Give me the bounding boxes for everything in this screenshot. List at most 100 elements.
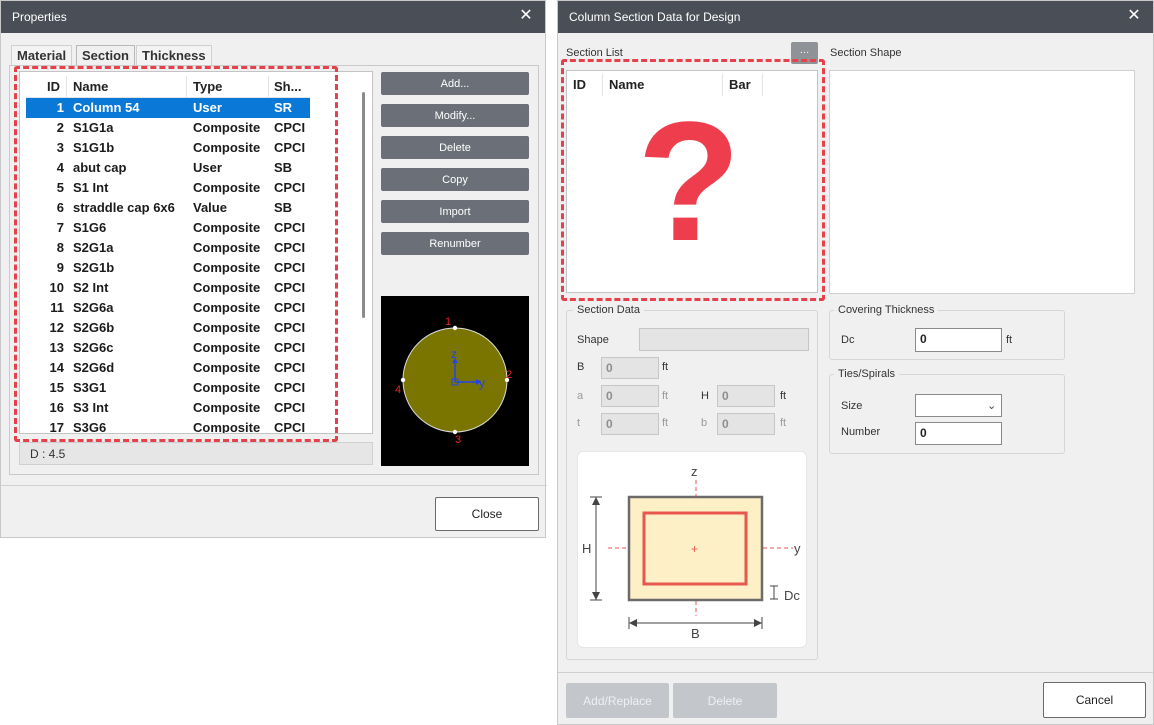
table-row[interactable]: 13 S2G6c Composite CPCI bbox=[26, 338, 310, 358]
B-unit: ft bbox=[662, 361, 669, 373]
z-label: z bbox=[451, 347, 457, 361]
B-label: B bbox=[577, 361, 585, 373]
tab-thickness[interactable]: Thickness bbox=[136, 45, 212, 65]
col-id[interactable]: ID bbox=[573, 77, 586, 92]
col-name[interactable]: Name bbox=[73, 79, 108, 94]
row-shape: CPCI bbox=[274, 220, 306, 235]
row-shape: CPCI bbox=[274, 320, 306, 335]
row-id: 1 bbox=[56, 100, 64, 115]
table-row[interactable]: 5 S1 Int Composite CPCI bbox=[26, 178, 310, 198]
table-row[interactable]: 8 S2G1a Composite CPCI bbox=[26, 238, 310, 258]
node-point bbox=[400, 377, 406, 383]
table-row[interactable]: 1 Column 54 User SR bbox=[26, 98, 310, 118]
design-delete-button[interactable]: Delete bbox=[673, 683, 777, 718]
add-button[interactable]: Add... bbox=[381, 72, 529, 95]
H-input[interactable]: 0 bbox=[717, 385, 775, 407]
import-button[interactable]: Import bbox=[381, 200, 529, 223]
row-name: S2G6d bbox=[73, 360, 115, 375]
row-id: 7 bbox=[56, 220, 64, 235]
dc-input[interactable]: 0 bbox=[915, 328, 1002, 352]
design-footer-divider bbox=[558, 672, 1154, 673]
col-type[interactable]: Type bbox=[193, 79, 222, 94]
close-icon[interactable]: ✕ bbox=[517, 7, 535, 25]
row-name: S1G1a bbox=[73, 120, 114, 135]
design-titlebar: Column Section Data for Design ✕ bbox=[558, 1, 1153, 33]
tab-section[interactable]: Section bbox=[76, 45, 135, 65]
center-plus: + bbox=[691, 542, 698, 556]
y-label: y bbox=[794, 541, 801, 556]
row-name: S3G1 bbox=[73, 380, 107, 395]
renumber-button[interactable]: Renumber bbox=[381, 232, 529, 255]
B-input[interactable]: 0 bbox=[601, 357, 659, 379]
table-row[interactable]: 9 S2G1b Composite CPCI bbox=[26, 258, 310, 278]
add-replace-button[interactable]: Add/Replace bbox=[566, 683, 669, 718]
row-type: Composite bbox=[193, 220, 261, 235]
table-row[interactable]: 17 S3G6 Composite CPCI bbox=[26, 418, 310, 433]
row-id: 13 bbox=[49, 340, 64, 355]
row-shape: CPCI bbox=[274, 380, 306, 395]
H-arrow-bottom bbox=[592, 592, 600, 600]
status-text: D : 4.5 bbox=[30, 447, 66, 461]
section-list-menu-button[interactable]: … bbox=[791, 42, 818, 64]
row-id: 3 bbox=[56, 140, 64, 155]
Dc-label: Dc bbox=[784, 588, 800, 603]
table-row[interactable]: 11 S2G6a Composite CPCI bbox=[26, 298, 310, 318]
tab-material[interactable]: Material bbox=[11, 45, 73, 65]
a-input[interactable]: 0 bbox=[601, 385, 659, 407]
chevron-down-icon[interactable]: ⌄ bbox=[987, 399, 996, 412]
row-name: straddle cap 6x6 bbox=[73, 200, 175, 215]
node-label-4: 4 bbox=[395, 384, 401, 396]
col-shape[interactable]: Sh... bbox=[274, 79, 301, 94]
table-row[interactable]: 3 S1G1b Composite CPCI bbox=[26, 138, 310, 158]
node-label-3: 3 bbox=[455, 434, 461, 446]
row-id: 14 bbox=[49, 360, 64, 375]
ties-label: Ties/Spirals bbox=[834, 368, 900, 380]
t-input[interactable]: 0 bbox=[601, 413, 659, 435]
properties-dialog: Properties ✕ Material Section Thickness … bbox=[0, 0, 547, 538]
row-name: S1G6 bbox=[73, 220, 107, 235]
row-shape: SB bbox=[274, 200, 293, 215]
row-name: S2G1a bbox=[73, 240, 114, 255]
row-shape: CPCI bbox=[274, 240, 306, 255]
copy-button[interactable]: Copy bbox=[381, 168, 529, 191]
cancel-button[interactable]: Cancel bbox=[1043, 682, 1146, 718]
dc-label: Dc bbox=[841, 334, 855, 346]
table-row[interactable]: 2 S1G1a Composite CPCI bbox=[26, 118, 310, 138]
table-row[interactable]: 12 S2G6b Composite CPCI bbox=[26, 318, 310, 338]
table-row[interactable]: 6 straddle cap 6x6 Value SB bbox=[26, 198, 310, 218]
close-button[interactable]: Close bbox=[435, 497, 539, 531]
b-input[interactable]: 0 bbox=[717, 413, 775, 435]
row-name: S1G1b bbox=[73, 140, 115, 155]
node-point bbox=[452, 325, 458, 331]
size-label: Size bbox=[841, 400, 863, 412]
col-id[interactable]: ID bbox=[47, 79, 60, 94]
section-diagram: + z y H B Dc bbox=[577, 451, 807, 648]
design-section-list[interactable]: ID Name Bar ? bbox=[566, 70, 818, 293]
section-list-label: Section List bbox=[566, 47, 623, 59]
table-row[interactable]: 14 S2G6d Composite CPCI bbox=[26, 358, 310, 378]
close-icon[interactable]: ✕ bbox=[1125, 7, 1143, 25]
row-name: S2G6c bbox=[73, 340, 114, 355]
list-rows: 1 Column 54 User SR 2 S1G1a Composite CPCI 3 S1G1… bbox=[26, 98, 310, 433]
table-row[interactable]: 16 S3 Int Composite CPCI bbox=[26, 398, 310, 418]
a-unit: ft bbox=[662, 390, 669, 402]
row-name: S3 Int bbox=[73, 400, 109, 415]
section-data-label: Section Data bbox=[573, 304, 644, 316]
table-row[interactable]: 7 S1G6 Composite CPCI bbox=[26, 218, 310, 238]
row-id: 12 bbox=[49, 320, 64, 335]
list-header: ID Name Type Sh... bbox=[26, 76, 310, 98]
row-shape: CPCI bbox=[274, 400, 306, 415]
table-row[interactable]: 10 S2 Int Composite CPCI bbox=[26, 278, 310, 298]
t-label: t bbox=[577, 417, 581, 429]
row-type: User bbox=[193, 160, 222, 175]
table-row[interactable]: 15 S3G1 Composite CPCI bbox=[26, 378, 310, 398]
y-label: y bbox=[479, 376, 485, 390]
section-list[interactable]: ID Name Type Sh... 1 Column 54 User SR 2 S1G1… bbox=[19, 71, 373, 434]
table-row[interactable]: 4 abut cap User SB bbox=[26, 158, 310, 178]
number-input[interactable]: 0 bbox=[915, 422, 1002, 445]
row-type: Composite bbox=[193, 320, 261, 335]
delete-button[interactable]: Delete bbox=[381, 136, 529, 159]
list-scrollbar-thumb[interactable] bbox=[362, 92, 365, 318]
modify-button[interactable]: Modify... bbox=[381, 104, 529, 127]
properties-title: Properties bbox=[12, 10, 67, 24]
